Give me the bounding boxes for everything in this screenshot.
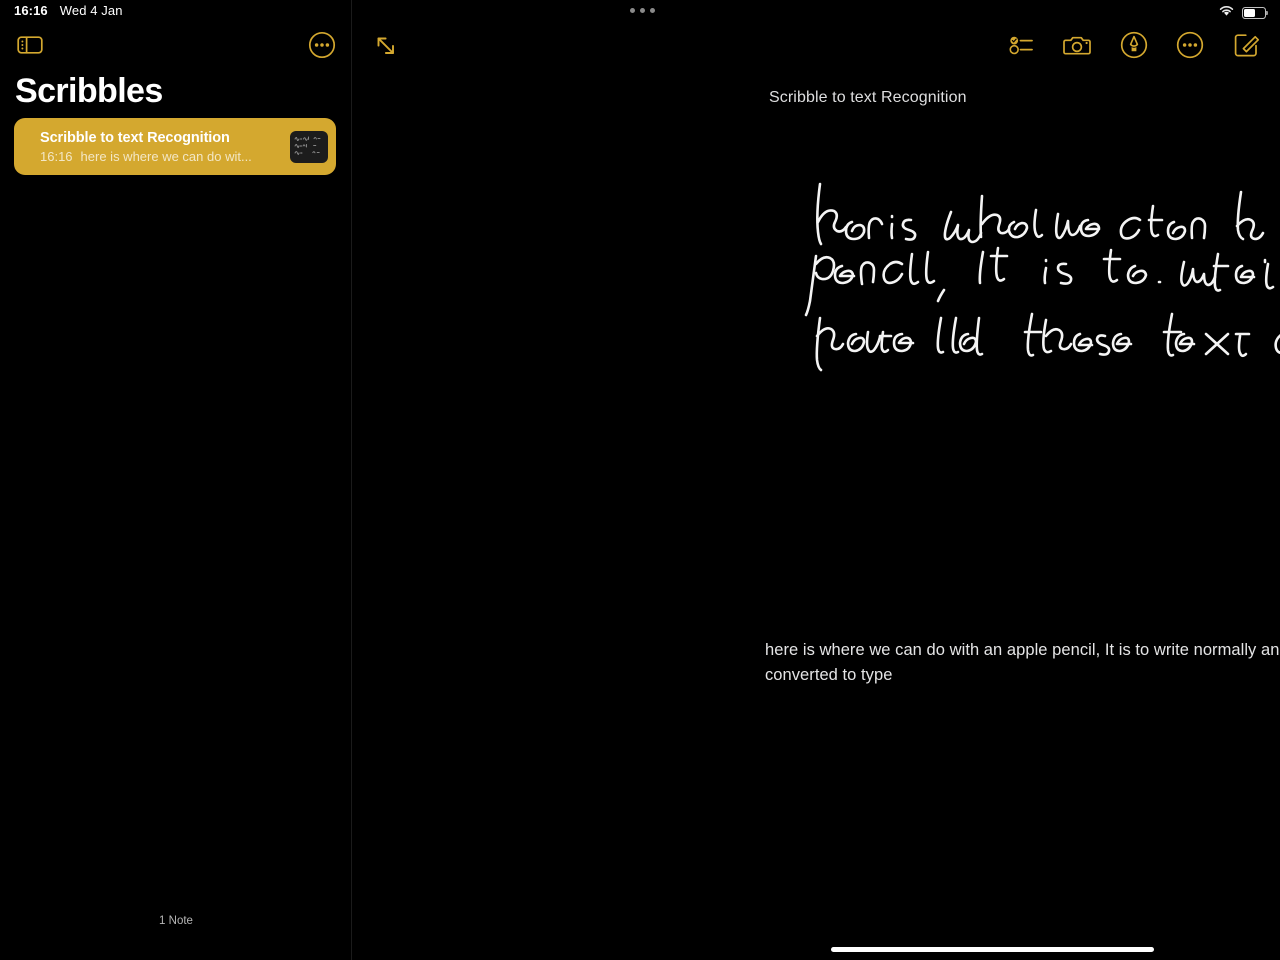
note-card-title: Scribble to text Recognition — [40, 129, 230, 146]
page-title: Scribbles — [15, 72, 163, 110]
ipad-notes-app: 16:16 Wed 4 Jan Scribbles Scribble to te… — [0, 0, 1280, 960]
status-bar-right — [1218, 4, 1269, 22]
multitasking-dots-icon[interactable] — [630, 8, 655, 13]
converted-text[interactable]: here is where we can do with an apple pe… — [765, 638, 1280, 688]
more-circle-icon[interactable] — [307, 30, 337, 60]
note-card-texts: Scribble to text Recognition 16:16 here … — [40, 130, 290, 164]
markup-pen-icon[interactable] — [1119, 30, 1149, 60]
dot — [650, 8, 655, 13]
ink-line-1 — [816, 182, 1265, 246]
note-thumbnail-icon — [290, 130, 328, 163]
status-bar: 16:16 Wed 4 Jan — [0, 0, 1280, 24]
battery-fill — [1244, 9, 1255, 17]
sidebar: Scribbles Scribble to text Recognition 1… — [0, 0, 352, 960]
handwriting-canvas[interactable] — [706, 150, 1280, 410]
dot — [630, 8, 635, 13]
sidebar-toggle-icon[interactable] — [16, 33, 44, 57]
wifi-icon — [1218, 4, 1235, 22]
home-indicator[interactable] — [831, 947, 1154, 952]
note-card-subtitle: 16:16 here is where we can do wit... — [40, 149, 290, 164]
status-time: 16:16 — [14, 3, 48, 18]
note-heading: Scribble to text Recognition — [769, 89, 967, 106]
battery-icon — [1242, 7, 1269, 19]
status-date: Wed 4 Jan — [59, 3, 123, 18]
more-circle-icon[interactable] — [1175, 30, 1205, 60]
note-card-snippet: here is where we can do wit... — [80, 148, 252, 164]
note-list-item[interactable]: Scribble to text Recognition 16:16 here … — [14, 118, 336, 175]
checklist-icon[interactable] — [1007, 30, 1037, 60]
detail-toolbar-icons — [1007, 30, 1261, 60]
note-card-time: 16:16 — [40, 148, 73, 164]
expand-diagonal-icon[interactable] — [372, 32, 400, 60]
note-detail-pane: Scribble to text Recognition here is whe… — [353, 0, 1280, 960]
ink-line-3 — [815, 312, 1280, 372]
dot — [640, 8, 645, 13]
detail-toolbar — [353, 28, 1280, 64]
ink-line-2 — [804, 246, 1275, 317]
compose-icon[interactable] — [1231, 30, 1261, 60]
camera-icon[interactable] — [1063, 30, 1093, 60]
note-count-label: 1 Note — [159, 915, 193, 927]
status-bar-left: 16:16 Wed 4 Jan — [14, 3, 123, 18]
sidebar-toolbar — [0, 30, 352, 64]
